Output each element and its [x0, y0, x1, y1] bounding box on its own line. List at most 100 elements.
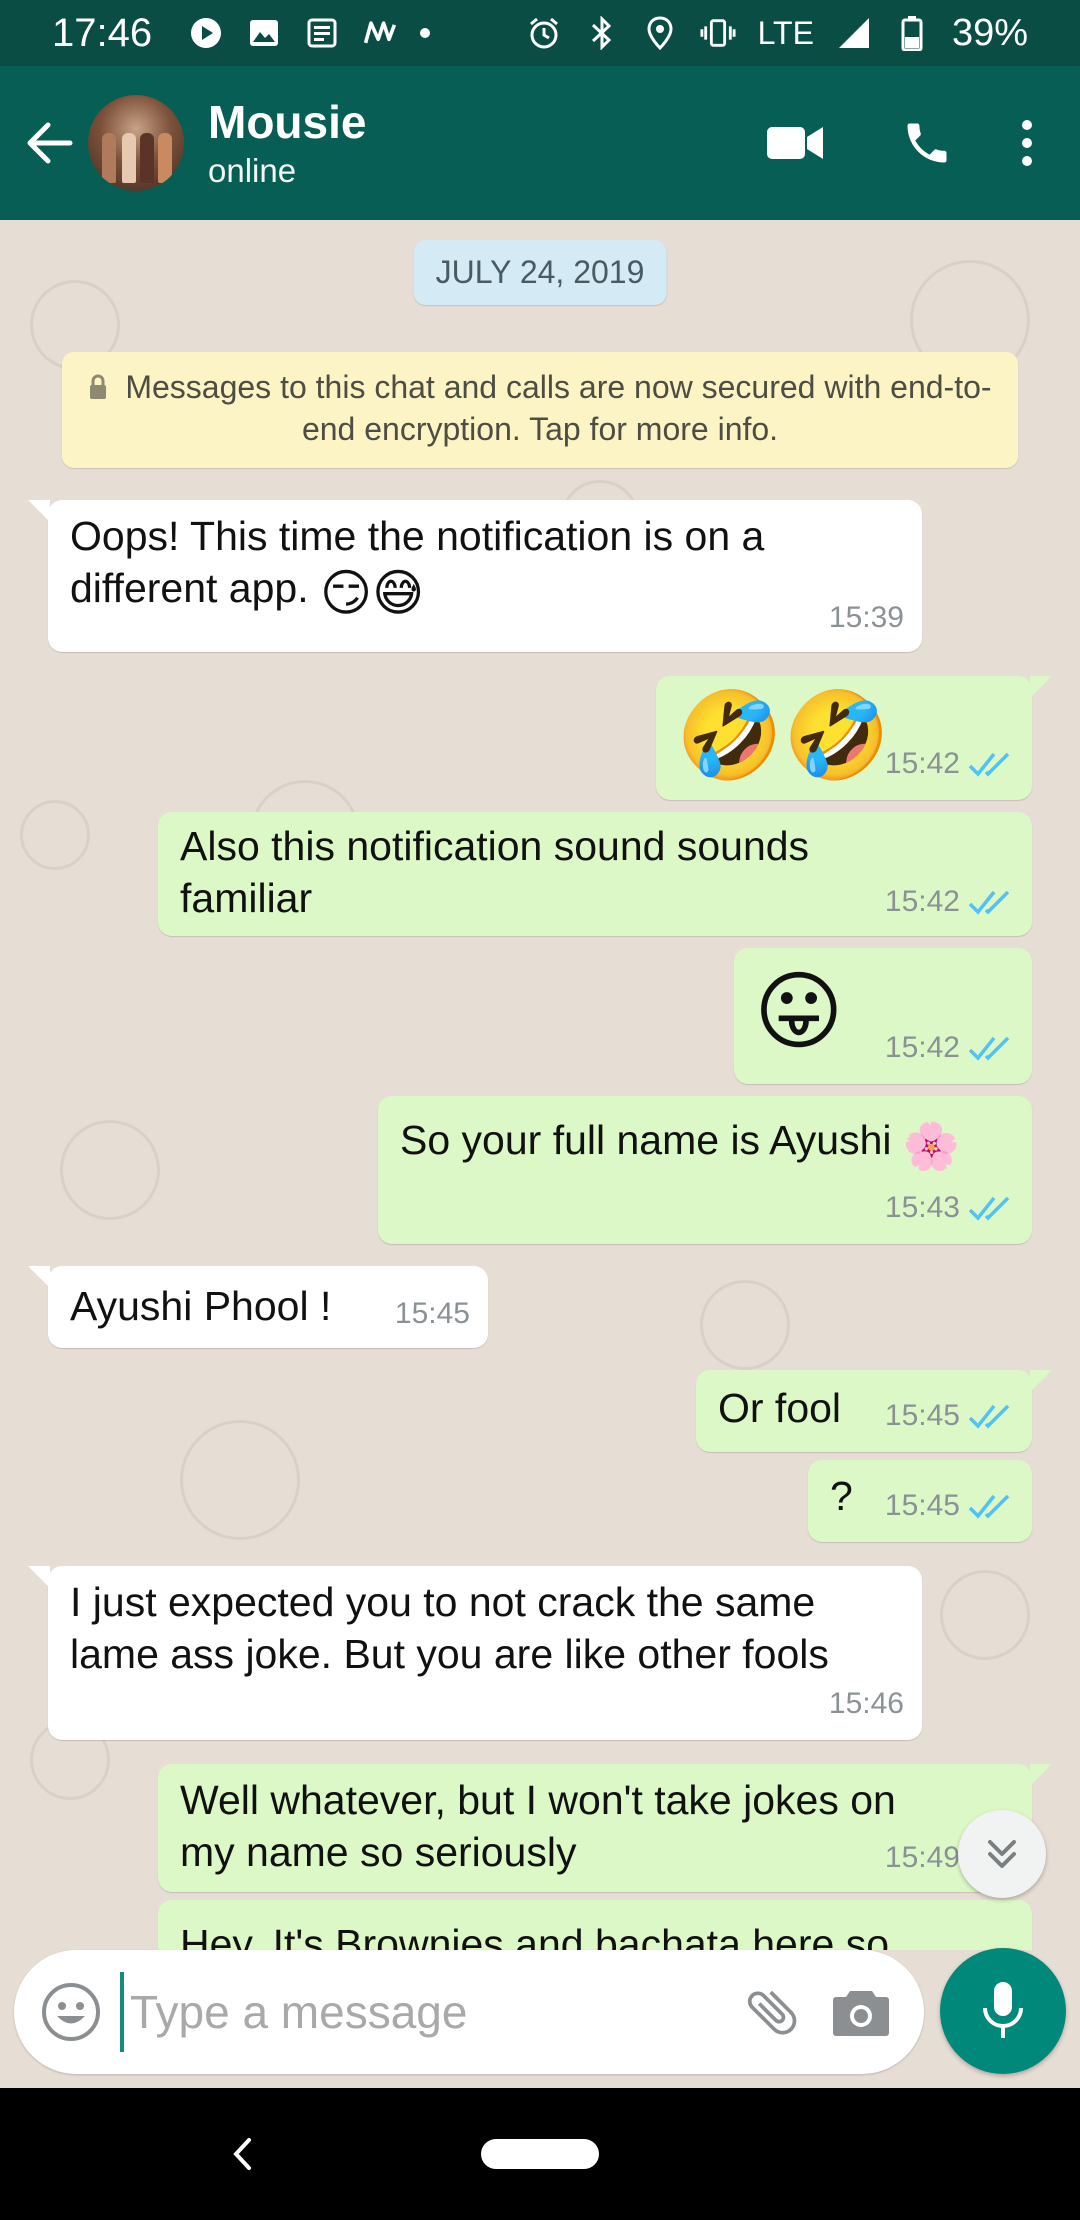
- wallpaper-doodle: [20, 800, 90, 870]
- wallpaper-doodle: [180, 1420, 300, 1540]
- status-bar: 17:46 LTE 39%: [0, 0, 1080, 66]
- avatar[interactable]: [88, 95, 184, 191]
- emoji-icon: [41, 1983, 100, 2041]
- contact-name: Mousie: [208, 96, 367, 148]
- nav-home-pill[interactable]: [481, 2139, 599, 2169]
- mic-icon: [983, 1982, 1023, 2038]
- back-button[interactable]: [16, 103, 82, 183]
- system-nav-bar: [0, 2088, 1080, 2220]
- header-actions: [740, 88, 1080, 198]
- message-bubble-outgoing[interactable]: ? 15:45: [808, 1460, 1032, 1542]
- phone-icon: [907, 123, 947, 163]
- message-text: Or fool: [718, 1385, 842, 1431]
- nav-back-icon: [233, 2138, 251, 2170]
- message-text: So your full name is Ayushi 🌸: [400, 1114, 1020, 1172]
- message-text: Also this notification sound sounds fami…: [180, 823, 810, 921]
- message-meta: 15:45: [885, 1390, 1014, 1442]
- status-bar-left: 17:46: [52, 10, 431, 56]
- camera-button[interactable]: [817, 1957, 906, 2067]
- read-ticks-icon: [968, 1404, 1010, 1429]
- notification-dot: [420, 28, 431, 38]
- nav-back-button[interactable]: [222, 2130, 262, 2178]
- nyt-icon: [362, 15, 398, 51]
- message-time: 15:42: [884, 885, 960, 918]
- read-ticks-icon: [968, 1036, 1010, 1061]
- message-text: Hey, It's Brownies and bachata here so: [180, 1921, 890, 1950]
- message-text: Ayushi Phool !: [70, 1283, 332, 1329]
- video-call-icon: [767, 127, 823, 159]
- battery-icon: [894, 15, 930, 51]
- message-bubble-incoming[interactable]: I just expected you to not crack the sam…: [28, 1566, 922, 1740]
- contact-info[interactable]: Mousie online: [208, 94, 366, 192]
- message-emoji: 😏😅: [320, 564, 425, 622]
- message-bubble-outgoing[interactable]: So your full name is Ayushi 🌸 15:43: [378, 1096, 1032, 1244]
- read-ticks-icon: [968, 1196, 1010, 1221]
- message-body: So your full name is Ayushi: [400, 1117, 892, 1163]
- message-meta: 15:46: [829, 1678, 904, 1730]
- date-chip: JULY 24, 2019: [413, 240, 667, 305]
- message-time: 15:49: [884, 1841, 960, 1874]
- message-meta: 15:42: [885, 876, 1014, 928]
- attach-button[interactable]: [728, 1957, 817, 2067]
- message-time: 15:42: [884, 747, 960, 780]
- encryption-notice-text: Messages to this chat and calls are now …: [125, 369, 992, 447]
- message-text: ?: [830, 1473, 853, 1519]
- bluetooth-icon: [584, 15, 620, 51]
- more-vert-icon: [1022, 120, 1032, 166]
- read-ticks-icon: [968, 890, 1010, 915]
- message-emoji: 🤣🤣: [676, 686, 891, 786]
- message-bubble-outgoing[interactable]: Or fool 15:45: [696, 1370, 1052, 1452]
- wallpaper-doodle: [700, 1280, 790, 1370]
- more-options-button[interactable]: [982, 88, 1072, 198]
- message-input[interactable]: [119, 1972, 728, 2052]
- message-bubble-outgoing[interactable]: Hey, It's Brownies and bachata here so: [158, 1900, 1032, 1950]
- message-time: 15:45: [394, 1297, 470, 1330]
- message-text: Well whatever, but I won't take jokes on…: [180, 1777, 896, 1875]
- back-arrow-icon: [27, 122, 73, 164]
- message-bubble-incoming[interactable]: Oops! This time the notification is on a…: [28, 500, 922, 652]
- message-meta: 15:43: [885, 1182, 1014, 1234]
- emoji-button[interactable]: [22, 1957, 120, 2067]
- message-text: Oops! This time the notification is on a…: [70, 510, 890, 619]
- vibrate-icon: [700, 15, 736, 51]
- voice-call-button[interactable]: [872, 88, 982, 198]
- play-icon: [188, 15, 224, 51]
- video-call-button[interactable]: [740, 88, 850, 198]
- location-icon: [642, 15, 678, 51]
- message-time: 15:43: [884, 1191, 960, 1224]
- encryption-notice[interactable]: Messages to this chat and calls are now …: [62, 352, 1018, 468]
- image-icon: [246, 15, 282, 51]
- message-bubble-incoming[interactable]: Ayushi Phool ! 15:45: [28, 1266, 488, 1348]
- message-time: 15:46: [828, 1687, 904, 1720]
- message-meta: 15:42: [885, 738, 1014, 790]
- alarm-icon: [526, 15, 562, 51]
- double-chevron-down-icon: [988, 1840, 1016, 1868]
- message-bubble-outgoing[interactable]: Well whatever, but I won't take jokes on…: [158, 1764, 1052, 1892]
- message-text: I just expected you to not crack the sam…: [70, 1579, 829, 1677]
- status-bar-right: LTE 39%: [526, 12, 1028, 55]
- battery-level: 39%: [951, 11, 1028, 54]
- message-time: 15:45: [884, 1489, 960, 1522]
- message-emoji: 🌸: [902, 1119, 961, 1173]
- message-meta: 15:45: [395, 1288, 470, 1340]
- voice-message-button[interactable]: [940, 1948, 1066, 2074]
- attach-icon: [748, 1990, 797, 2035]
- message-time: 15:42: [884, 1031, 960, 1064]
- message-time: 15:45: [884, 1399, 960, 1432]
- message-meta: 15:39: [829, 592, 904, 644]
- message-time: 15:39: [828, 601, 904, 634]
- chat-area[interactable]: JULY 24, 2019 Messages to this chat and …: [0, 220, 1080, 1950]
- chat-header: Mousie online: [0, 66, 1080, 220]
- message-bubble-outgoing[interactable]: Also this notification sound sounds fami…: [158, 812, 1032, 936]
- network-type: LTE: [757, 14, 814, 51]
- message-bubble-outgoing[interactable]: 🤣🤣 15:42: [656, 676, 1052, 800]
- status-time: 17:46: [52, 10, 153, 55]
- camera-icon: [833, 1991, 890, 2036]
- message-meta: 15:45: [885, 1480, 1014, 1532]
- read-ticks-icon: [968, 752, 1010, 777]
- message-bubble-outgoing[interactable]: 😛 15:42: [734, 948, 1032, 1084]
- scroll-to-bottom-button[interactable]: [958, 1810, 1046, 1898]
- message-meta: 15:42: [885, 1022, 1014, 1074]
- message-emoji: 😛: [754, 962, 844, 1062]
- wallpaper-doodle: [60, 1120, 160, 1220]
